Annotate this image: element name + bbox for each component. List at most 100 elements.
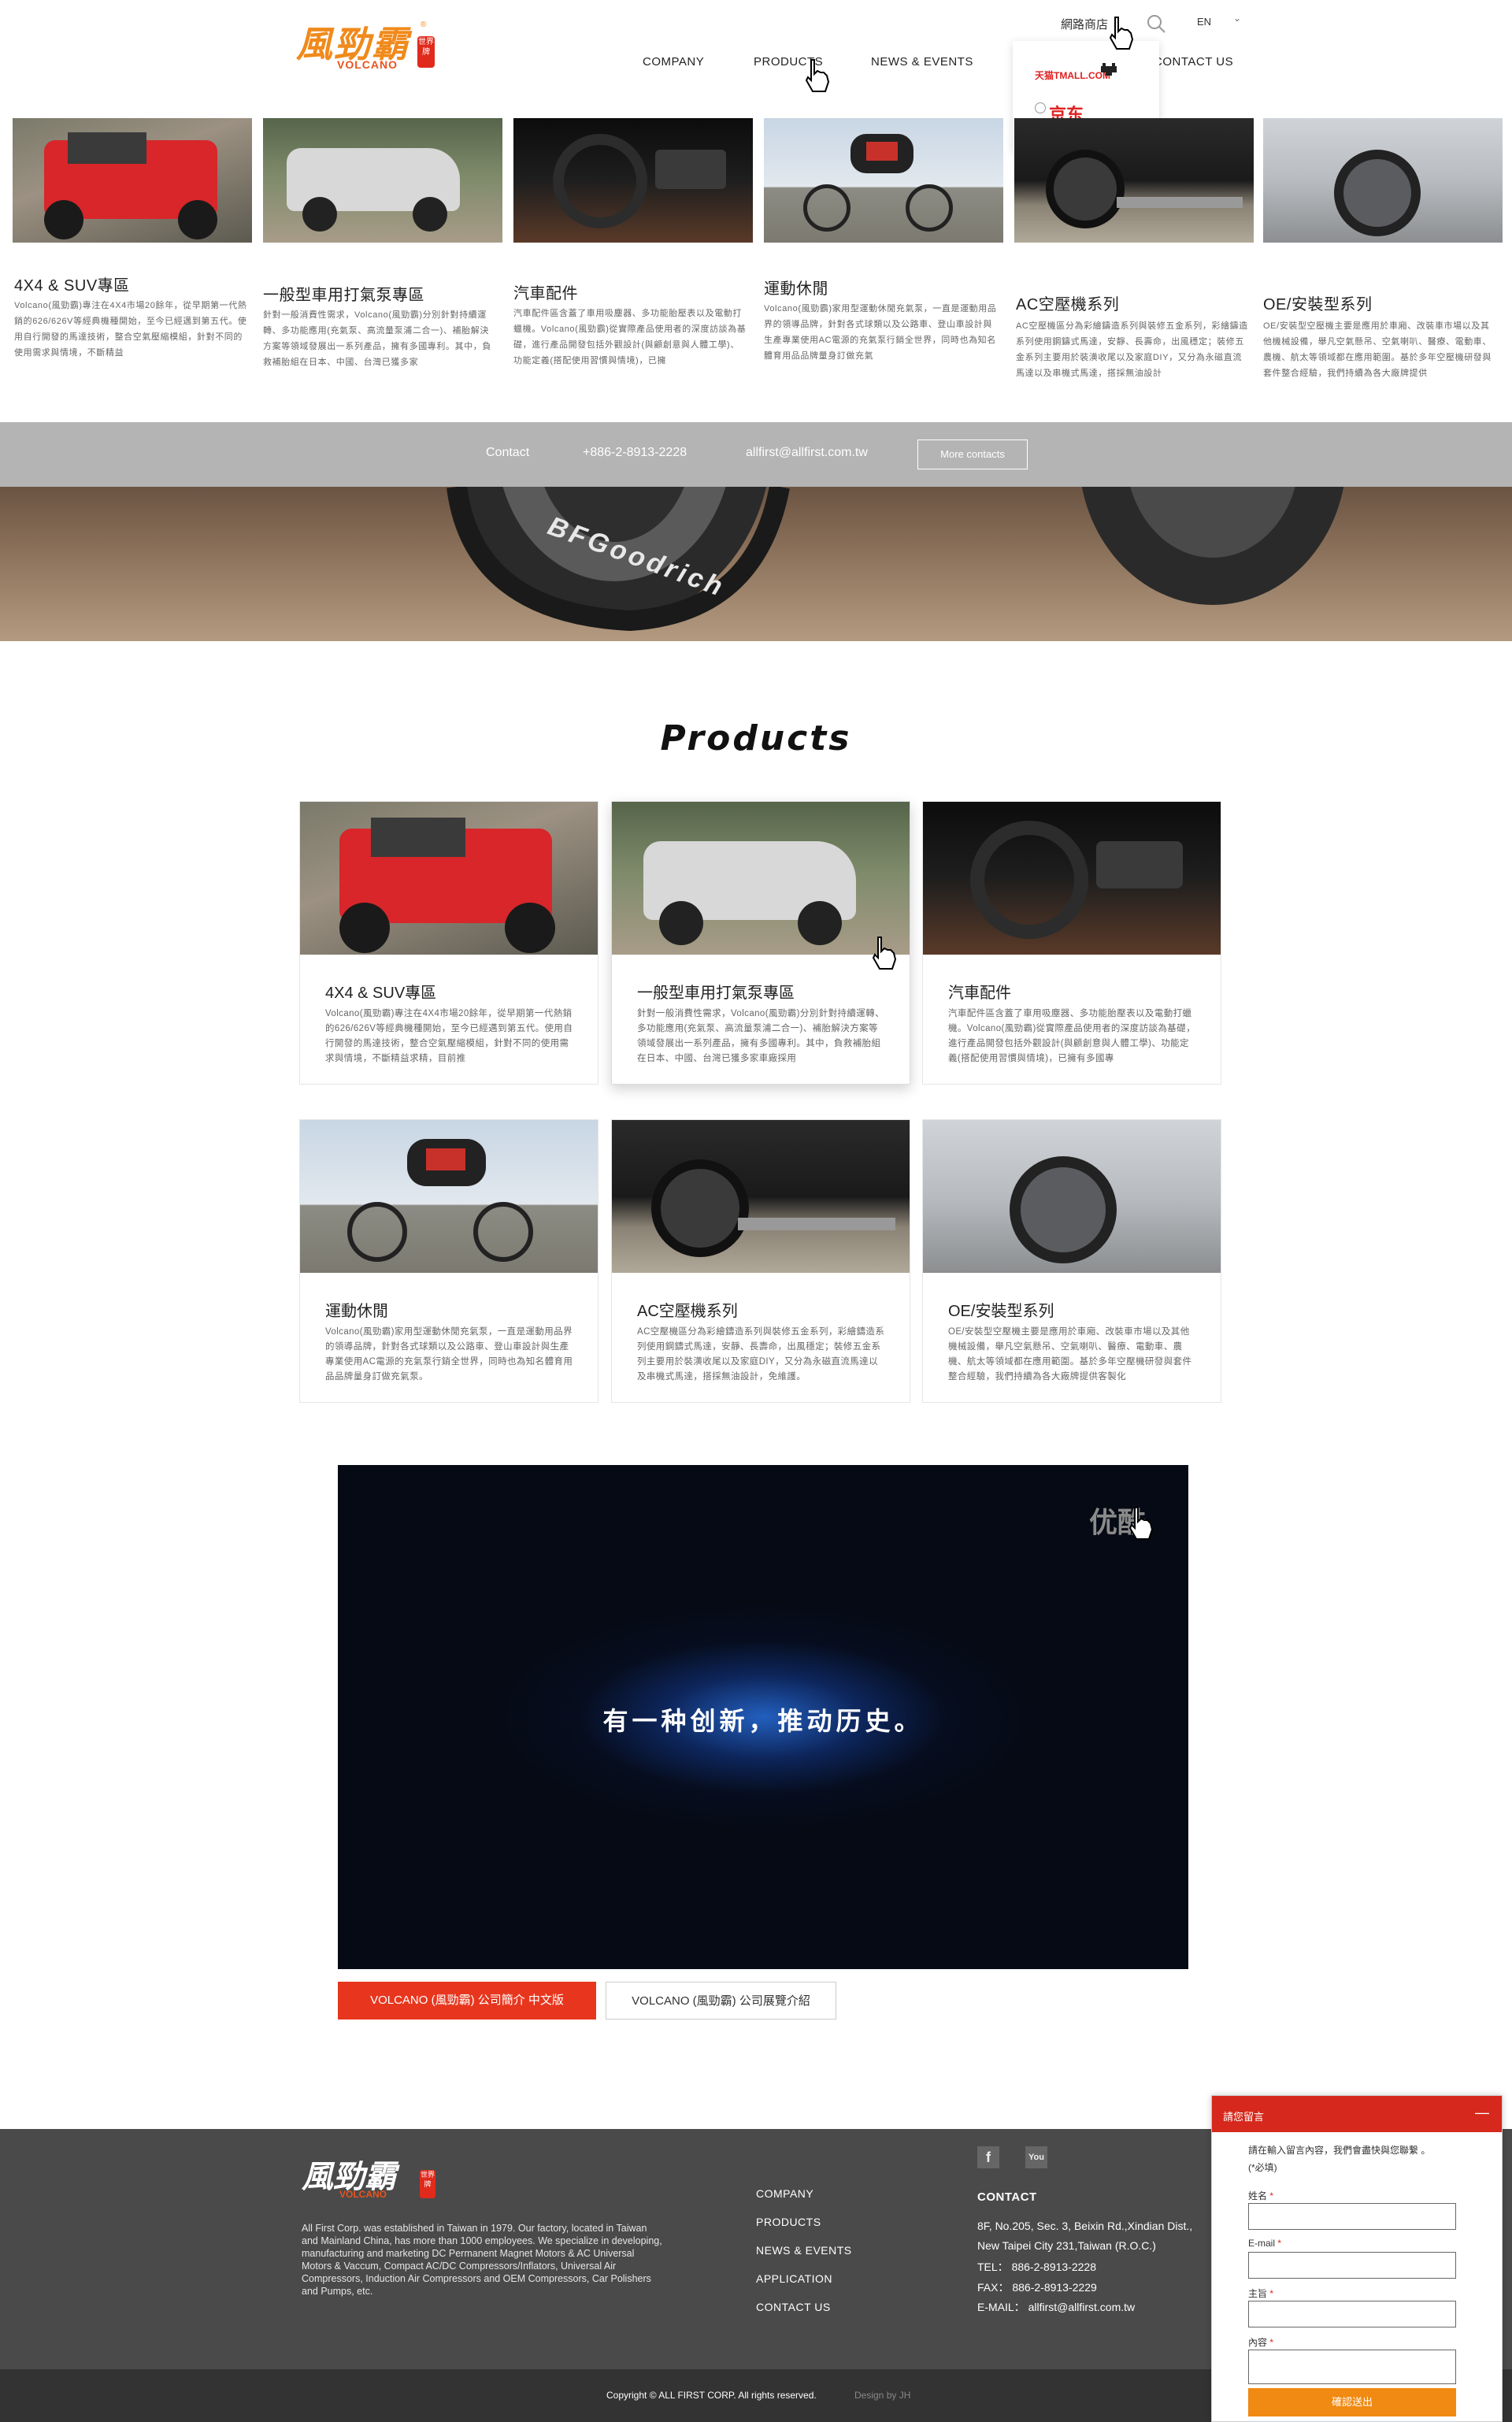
message-panel: 請您留言 — 請在輸入留言內容，我們會盡快與您聯繫 。 (*必填) 姓名 * E… [1211,2095,1503,2422]
hand-cursor-icon [872,937,897,970]
strip-card-sports[interactable] [764,118,1003,243]
contact-bar: Contact +886-2-8913-2228 allfirst@allfir… [0,422,1512,487]
strip-title-4x4: 4X4 & SUV專區 [14,277,130,295]
logo-badge: 世界牌 [417,36,435,68]
product-card-accessories[interactable]: 汽車配件 汽車配件區含蓋了車用吸塵器、多功能胎壓表以及電動打蠟機。Volcano… [922,801,1221,1085]
subject-label-text: 主旨 [1248,2288,1268,2299]
car-wheel-image [612,1120,910,1273]
minimize-icon[interactable]: — [1475,2105,1489,2121]
product-card-oe[interactable]: OE/安裝型系列 OE/安裝型空壓機主要是應用於車廂、改裝車市場以及其他機械設備… [922,1119,1221,1403]
strip-title-accessories: 汽車配件 [513,285,578,302]
submit-button[interactable]: 確認送出 [1248,2388,1456,2416]
video-light-glow [338,1536,1188,1851]
car-interior-image [513,118,753,243]
product-desc-accessories: 汽車配件區含蓋了車用吸塵器、多功能胎壓表以及電動打蠟機。Volcano(風勁霸)… [948,1009,1195,1063]
suv-image [612,802,910,955]
product-desc-general: 針對一般消費性需求，Volcano(風勁霸)分別針對持續運轉、多功能應用(充氣泵… [637,1009,884,1063]
product-title-sports: 運動休閒 [325,1303,388,1320]
strip-desc-general: 針對一般消費性需求，Volcano(風勁霸)分別針對持續運轉、多功能應用(充氣泵… [263,310,491,367]
chevron-down-icon[interactable]: ⌄ [1233,13,1241,24]
product-title-4x4: 4X4 & SUV專區 [325,985,437,1002]
online-store-link[interactable]: 網路商店 [1061,16,1108,32]
message-intro-text: 請在輸入留言內容，我們會盡快與您聯繫 。 [1248,2145,1431,2156]
content-label-text: 內容 [1248,2337,1268,2348]
footer-link-company[interactable]: COMPANY [756,2187,813,2200]
strip-card-ac[interactable] [1014,118,1254,243]
cyclist-image [300,1120,598,1273]
footer-link-products[interactable]: PRODUCTS [756,2216,821,2228]
facebook-icon[interactable]: f [977,2146,999,2168]
strip-desc-4x4: Volcano(風勁霸)專注在4X4市場20餘年，從早期第一代熱銷的626/62… [14,301,247,358]
strip-card-4x4[interactable] [13,118,252,243]
tire-illustration [447,487,1344,632]
strip-card-general[interactable] [263,118,502,243]
footer-link-application[interactable]: APPLICATION [756,2272,832,2285]
tmall-cat-icon [1101,63,1117,76]
product-desc-4x4: Volcano(風勁霸)專注在4X4市場20餘年，從早期第一代熱銷的626/62… [325,1009,573,1063]
strip-desc-oe: OE/安裝型空壓機主要是應用於車廂、改裝車市場以及其他機械設備，舉凡空氣懸吊、空… [1263,321,1492,378]
strip-card-oe[interactable] [1263,118,1503,243]
contact-label: Contact [486,446,530,459]
strip-card-accessories[interactable] [513,118,753,243]
product-desc-oe: OE/安裝型空壓機主要是應用於車廂、改裝車市場以及其他機械設備，舉凡空氣懸吊、空… [948,1327,1192,1382]
footer-tel: TEL： 886-2-8913-2228 [977,2261,1096,2273]
jeep-image [300,802,598,955]
required-mark: * [1269,2337,1274,2348]
product-card-sports[interactable]: 運動休閒 Volcano(風勁霸)家用型運動休閒充氣泵，一直是運動用品界的領導品… [299,1119,598,1403]
video-tab-intro[interactable]: VOLCANO (風勁霸) 公司簡介 中文版 [338,1982,596,2020]
contact-email[interactable]: allfirst@allfirst.com.tw [746,446,868,460]
search-icon[interactable] [1145,13,1167,35]
copyright-text: Copyright © ALL FIRST CORP. All rights r… [606,2390,817,2401]
footer-email[interactable]: E-MAIL： allfirst@allfirst.com.tw [977,2299,1135,2315]
strip-title-general: 一般型車用打氣泵專區 [263,287,424,304]
strip-title-oe: OE/安裝型系列 [1263,296,1373,313]
message-panel-title: 請您留言 [1223,2111,1265,2123]
email-label-text: E-mail [1248,2238,1276,2249]
nav-contact-us[interactable]: CONTACT US [1154,55,1233,69]
email-field[interactable] [1248,2252,1456,2279]
video-tab-exhibition[interactable]: VOLCANO (風勁霸) 公司展覽介紹 [606,1982,836,2020]
product-card-ac[interactable]: AC空壓機系列 AC空壓機區分為彩繪鑄造系列與裝修五金系列，彩繪鑄造系列使用鋼鑄… [611,1119,910,1403]
subject-field[interactable] [1248,2301,1456,2327]
page: 風勁霸 VOLCANO ® 世界牌 網路商店 EN ⌄ COMPANY PROD… [0,0,1512,2422]
video-player[interactable]: 优酷 有一种创新，推动历史。 [338,1465,1188,1969]
product-title-general: 一般型車用打氣泵專區 [637,985,795,1002]
product-card-general[interactable]: 一般型車用打氣泵專區 針對一般消費性需求，Volcano(風勁霸)分別針對持續運… [611,801,910,1085]
footer-link-contact[interactable]: CONTACT US [756,2301,831,2313]
footer-link-news[interactable]: NEWS & EVENTS [756,2244,852,2257]
youtube-icon[interactable]: You [1025,2146,1047,2168]
jeep-image [13,118,252,243]
product-desc-sports: Volcano(風勁霸)家用型運動休閒充氣泵，一直是運動用品界的領導品牌，針對各… [325,1327,573,1382]
hand-cursor-icon [1109,17,1134,50]
subject-label: 主旨 * [1248,2287,1273,2300]
name-field[interactable] [1248,2203,1456,2230]
more-contacts-button[interactable]: More contacts [917,440,1028,469]
hand-cursor-icon [805,59,830,92]
content-label: 內容 * [1248,2335,1273,2349]
content-field[interactable] [1248,2350,1456,2384]
product-card-4x4[interactable]: 4X4 & SUV專區 Volcano(風勁霸)專注在4X4市場20餘年，從早期… [299,801,598,1085]
footer-contact-title: CONTACT [977,2190,1037,2204]
strip-title-ac: AC空壓機系列 [1016,296,1120,313]
footer-about-text: All First Corp. was established in Taiwa… [302,2223,662,2297]
site-header: 風勁霸 VOLCANO ® 世界牌 網路商店 EN ⌄ COMPANY PROD… [0,0,1512,153]
language-switch[interactable]: EN [1197,16,1211,28]
design-credit[interactable]: Design by JH [854,2390,910,2401]
footer-logo[interactable]: 風勁霸 VOLCANO 世界牌 [302,2151,443,2206]
strip-desc-accessories: 汽車配件區含蓋了車用吸塵器、多功能胎壓表以及電動打蠟機。Volcano(風勁霸)… [513,309,747,365]
tire-banner-image: BFGoodrich [0,487,1512,641]
footer-logo-badge: 世界牌 [420,2170,435,2198]
product-title-accessories: 汽車配件 [948,985,1011,1002]
footer-fax: FAX： 886-2-8913-2229 [977,2281,1097,2294]
name-label: 姓名 * [1248,2189,1273,2202]
nav-company[interactable]: COMPANY [643,55,704,69]
strip-desc-ac: AC空壓機區分為彩繪鑄造系列與裝修五金系列，彩繪鑄造系列使用鋼鑄式馬達，安靜、長… [1016,321,1248,378]
products-title: Products [660,718,852,758]
contact-phone[interactable]: +886-2-8913-2228 [583,446,687,460]
message-panel-header[interactable]: 請您留言 — [1212,2096,1502,2132]
suv-image [263,118,502,243]
nav-news-events[interactable]: NEWS & EVENTS [871,55,973,69]
video-caption: 有一种创新，推动历史。 [602,1706,924,1736]
site-logo[interactable]: 風勁霸 VOLCANO ® 世界牌 [296,16,438,71]
silver-car-image [1263,118,1503,243]
